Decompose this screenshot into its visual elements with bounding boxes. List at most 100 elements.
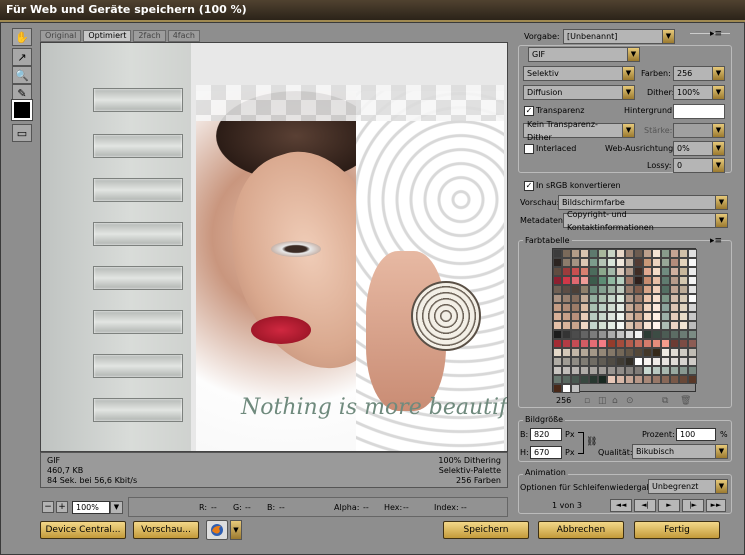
tab-2up[interactable]: 2fach [133, 30, 166, 42]
preview-button[interactable]: Vorschau... [133, 521, 199, 539]
color-swatch[interactable] [616, 249, 625, 258]
settings-menu-icon[interactable]: ▸≡ [710, 29, 722, 39]
color-swatch[interactable] [553, 294, 562, 303]
color-swatch[interactable] [688, 303, 697, 312]
color-swatch[interactable] [643, 267, 652, 276]
color-swatch[interactable] [589, 294, 598, 303]
dither-algorithm-select[interactable]: Diffusion ▼ [523, 85, 635, 100]
color-swatch[interactable] [634, 366, 643, 375]
color-swatch[interactable] [571, 330, 580, 339]
color-swatch[interactable] [634, 267, 643, 276]
color-swatch[interactable] [589, 267, 598, 276]
color-swatch[interactable] [589, 312, 598, 321]
color-swatch[interactable] [589, 321, 598, 330]
color-swatch[interactable] [670, 357, 679, 366]
color-swatch[interactable] [553, 348, 562, 357]
color-swatch[interactable] [598, 294, 607, 303]
color-swatch[interactable] [607, 276, 616, 285]
color-swatch[interactable] [607, 357, 616, 366]
color-swatch[interactable] [625, 339, 634, 348]
color-swatch[interactable] [553, 339, 562, 348]
color-swatch[interactable] [688, 312, 697, 321]
color-swatch[interactable] [607, 303, 616, 312]
color-swatch[interactable] [571, 276, 580, 285]
color-swatch[interactable] [670, 258, 679, 267]
color-swatch[interactable] [652, 312, 661, 321]
color-swatch[interactable] [589, 303, 598, 312]
color-swatch[interactable] [688, 330, 697, 339]
color-swatch[interactable] [571, 366, 580, 375]
color-swatch[interactable] [643, 276, 652, 285]
color-swatch[interactable] [616, 312, 625, 321]
play-button[interactable]: ► [658, 499, 680, 512]
color-swatch[interactable] [562, 249, 571, 258]
color-swatch[interactable] [562, 348, 571, 357]
cancel-button[interactable]: Abbrechen [538, 521, 624, 539]
color-swatch[interactable] [553, 276, 562, 285]
color-swatch[interactable] [562, 357, 571, 366]
color-swatch[interactable] [616, 339, 625, 348]
color-swatch[interactable] [616, 258, 625, 267]
color-swatch[interactable] [571, 303, 580, 312]
add-color-icon[interactable]: ⊙ [626, 396, 634, 406]
color-swatch[interactable] [589, 357, 598, 366]
color-swatch[interactable] [625, 375, 634, 384]
color-swatch[interactable] [598, 303, 607, 312]
color-swatch[interactable] [607, 330, 616, 339]
color-swatch[interactable] [562, 285, 571, 294]
color-swatch[interactable] [571, 267, 580, 276]
color-swatch[interactable] [679, 303, 688, 312]
color-swatch[interactable] [670, 321, 679, 330]
color-swatch[interactable] [580, 321, 589, 330]
first-frame-button[interactable]: ◄◄ [610, 499, 632, 512]
color-swatch[interactable] [679, 330, 688, 339]
zoom-tool-icon[interactable]: 🔍 [12, 66, 32, 84]
color-swatch[interactable] [616, 375, 625, 384]
color-swatch[interactable] [679, 276, 688, 285]
dither-select[interactable]: 100% ▼ [673, 85, 725, 100]
color-swatch[interactable] [616, 321, 625, 330]
info-time[interactable]: 84 Sek. bei 56,6 Kbit/s [47, 476, 137, 486]
color-swatch[interactable] [634, 285, 643, 294]
save-button[interactable]: Speichern [443, 521, 529, 539]
color-swatch[interactable] [625, 312, 634, 321]
color-swatch[interactable] [589, 276, 598, 285]
color-swatch[interactable] [562, 366, 571, 375]
color-swatch[interactable] [571, 312, 580, 321]
color-swatch[interactable] [562, 276, 571, 285]
color-swatch[interactable] [607, 258, 616, 267]
color-swatch[interactable] [688, 249, 697, 258]
color-swatch[interactable] [562, 267, 571, 276]
color-swatch[interactable] [634, 348, 643, 357]
color-swatch[interactable] [625, 276, 634, 285]
color-swatch[interactable] [625, 357, 634, 366]
color-swatch[interactable] [643, 294, 652, 303]
color-swatch[interactable] [625, 366, 634, 375]
color-swatch[interactable] [643, 321, 652, 330]
color-swatch[interactable] [580, 267, 589, 276]
color-swatch[interactable] [634, 330, 643, 339]
color-swatch[interactable] [589, 339, 598, 348]
color-swatch[interactable] [580, 339, 589, 348]
color-swatch[interactable] [661, 339, 670, 348]
color-swatch[interactable] [670, 249, 679, 258]
zoom-out-button[interactable]: − [42, 501, 54, 513]
color-swatch[interactable] [607, 285, 616, 294]
color-swatch[interactable] [643, 375, 652, 384]
color-swatch[interactable] [562, 294, 571, 303]
color-swatch[interactable] [625, 258, 634, 267]
color-swatch[interactable] [652, 348, 661, 357]
color-swatch[interactable] [652, 339, 661, 348]
color-swatch[interactable] [688, 348, 697, 357]
color-swatch[interactable] [670, 348, 679, 357]
color-swatch[interactable] [670, 330, 679, 339]
format-select[interactable]: GIF ▼ [528, 47, 640, 62]
color-swatch[interactable] [625, 267, 634, 276]
color-swatch[interactable] [607, 321, 616, 330]
color-swatch[interactable] [580, 249, 589, 258]
slice-select-tool-icon[interactable]: ↗ [12, 48, 32, 66]
color-swatch[interactable] [670, 267, 679, 276]
color-swatch[interactable] [580, 285, 589, 294]
color-swatch[interactable] [607, 339, 616, 348]
color-swatch[interactable] [661, 321, 670, 330]
